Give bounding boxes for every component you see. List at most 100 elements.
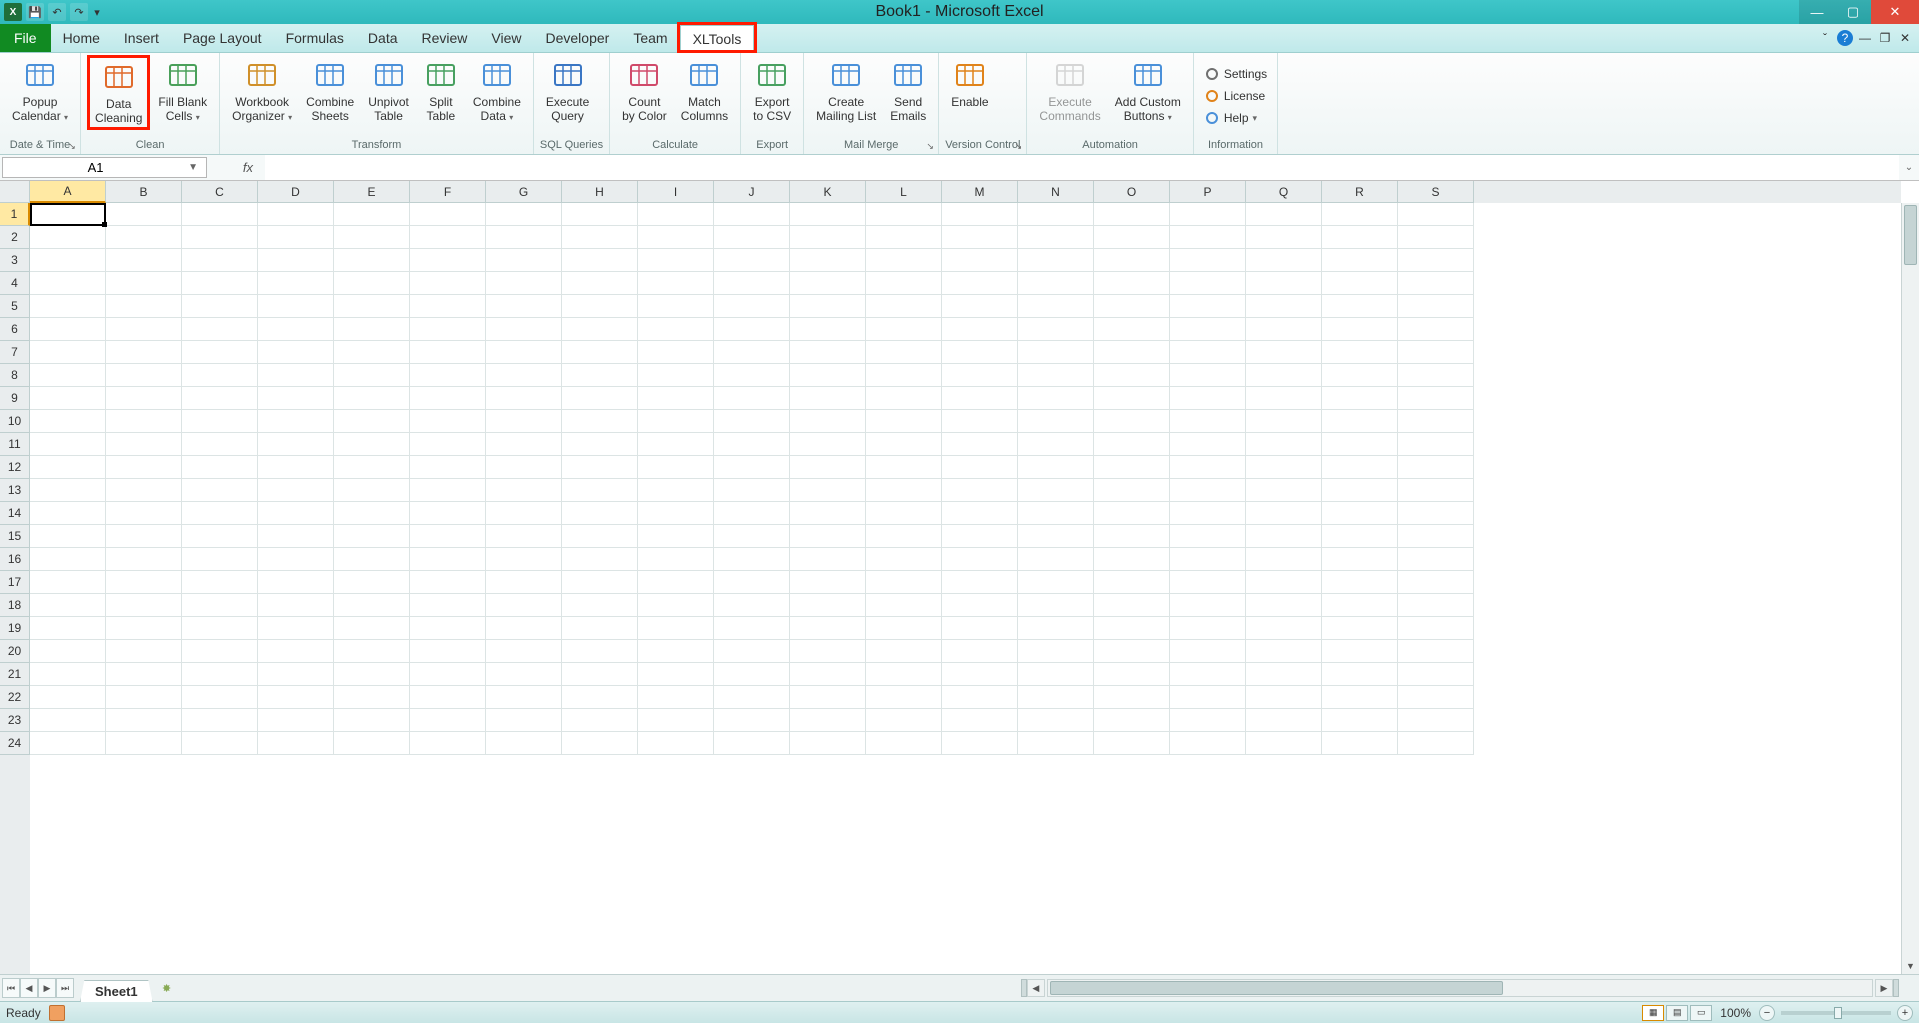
cell[interactable] <box>1246 686 1322 709</box>
workbook-organizer-button[interactable]: WorkbookOrganizer ▾ <box>226 55 298 128</box>
cell[interactable] <box>1246 387 1322 410</box>
cell[interactable] <box>1170 617 1246 640</box>
cell[interactable] <box>714 548 790 571</box>
cell[interactable] <box>562 640 638 663</box>
cell[interactable] <box>1170 456 1246 479</box>
scroll-down-arrow-icon[interactable]: ▼ <box>1902 958 1919 974</box>
cell[interactable] <box>1398 318 1474 341</box>
cell[interactable] <box>942 686 1018 709</box>
cell[interactable] <box>486 387 562 410</box>
cell[interactable] <box>1094 272 1170 295</box>
cell[interactable] <box>1170 732 1246 755</box>
row-header[interactable]: 11 <box>0 433 30 456</box>
row-header[interactable]: 13 <box>0 479 30 502</box>
cell[interactable] <box>562 364 638 387</box>
cell[interactable] <box>182 341 258 364</box>
cell[interactable] <box>334 387 410 410</box>
cell[interactable] <box>942 571 1018 594</box>
cell[interactable] <box>334 686 410 709</box>
cell[interactable] <box>334 226 410 249</box>
cell[interactable] <box>1018 571 1094 594</box>
cell[interactable] <box>258 318 334 341</box>
cell[interactable] <box>1246 295 1322 318</box>
cell[interactable] <box>1322 571 1398 594</box>
cell[interactable] <box>410 617 486 640</box>
cell[interactable] <box>1018 203 1094 226</box>
cell[interactable] <box>1170 226 1246 249</box>
cell[interactable] <box>1398 387 1474 410</box>
cell[interactable] <box>714 709 790 732</box>
cell[interactable] <box>1246 709 1322 732</box>
cell[interactable] <box>562 732 638 755</box>
cell[interactable] <box>334 548 410 571</box>
cell[interactable] <box>1094 525 1170 548</box>
cell[interactable] <box>714 456 790 479</box>
redo-icon[interactable]: ↷ <box>70 3 88 21</box>
row-header[interactable]: 21 <box>0 663 30 686</box>
sheet-nav-last-icon[interactable]: ⏭ <box>56 978 74 998</box>
cell[interactable] <box>1094 387 1170 410</box>
cell[interactable] <box>790 479 866 502</box>
cell[interactable] <box>1170 594 1246 617</box>
cell[interactable] <box>1398 364 1474 387</box>
cell[interactable] <box>942 295 1018 318</box>
cell[interactable] <box>866 548 942 571</box>
cell[interactable] <box>638 456 714 479</box>
cell[interactable] <box>714 226 790 249</box>
cell[interactable] <box>410 249 486 272</box>
zoom-level[interactable]: 100% <box>1714 1006 1757 1020</box>
cell[interactable] <box>106 249 182 272</box>
row-header[interactable]: 3 <box>0 249 30 272</box>
row-header[interactable]: 15 <box>0 525 30 548</box>
cell[interactable] <box>106 341 182 364</box>
help-button[interactable]: Help ▾ <box>1200 108 1261 128</box>
cell[interactable] <box>1018 594 1094 617</box>
cell[interactable] <box>562 548 638 571</box>
cell[interactable] <box>410 456 486 479</box>
cell[interactable] <box>1018 548 1094 571</box>
cell[interactable] <box>866 640 942 663</box>
cell[interactable] <box>106 387 182 410</box>
cell[interactable] <box>30 617 106 640</box>
cell[interactable] <box>638 640 714 663</box>
cell[interactable] <box>182 594 258 617</box>
fill-blank-cells-button[interactable]: Fill BlankCells ▾ <box>152 55 213 128</box>
cell[interactable] <box>562 226 638 249</box>
cell[interactable] <box>1398 203 1474 226</box>
cell[interactable] <box>714 732 790 755</box>
cell[interactable] <box>182 226 258 249</box>
cell[interactable] <box>638 249 714 272</box>
cell[interactable] <box>410 525 486 548</box>
column-header[interactable]: Q <box>1246 181 1322 203</box>
cell[interactable] <box>714 249 790 272</box>
cell[interactable] <box>1246 525 1322 548</box>
cell[interactable] <box>942 341 1018 364</box>
cell[interactable] <box>106 364 182 387</box>
cell[interactable] <box>106 617 182 640</box>
cell[interactable] <box>638 525 714 548</box>
cell[interactable] <box>106 479 182 502</box>
cell[interactable] <box>790 364 866 387</box>
cell[interactable] <box>486 502 562 525</box>
cell[interactable] <box>1018 663 1094 686</box>
vertical-scroll-thumb[interactable] <box>1904 205 1917 265</box>
scroll-left-arrow-icon[interactable]: ◀ <box>1027 979 1045 997</box>
combine-data-button[interactable]: CombineData ▾ <box>467 55 527 128</box>
cell[interactable] <box>30 410 106 433</box>
cell[interactable] <box>1322 433 1398 456</box>
cell[interactable] <box>1094 456 1170 479</box>
cell[interactable] <box>562 341 638 364</box>
cell[interactable] <box>866 732 942 755</box>
cell[interactable] <box>182 479 258 502</box>
cell[interactable] <box>30 341 106 364</box>
cell[interactable] <box>258 686 334 709</box>
popup-calendar-button[interactable]: PopupCalendar ▾ <box>6 55 74 128</box>
cell[interactable] <box>334 295 410 318</box>
cell[interactable] <box>106 594 182 617</box>
cell[interactable] <box>790 249 866 272</box>
cell[interactable] <box>1170 502 1246 525</box>
zoom-slider[interactable] <box>1781 1011 1891 1015</box>
cell[interactable] <box>1170 203 1246 226</box>
cell[interactable] <box>790 732 866 755</box>
cell[interactable] <box>1246 364 1322 387</box>
